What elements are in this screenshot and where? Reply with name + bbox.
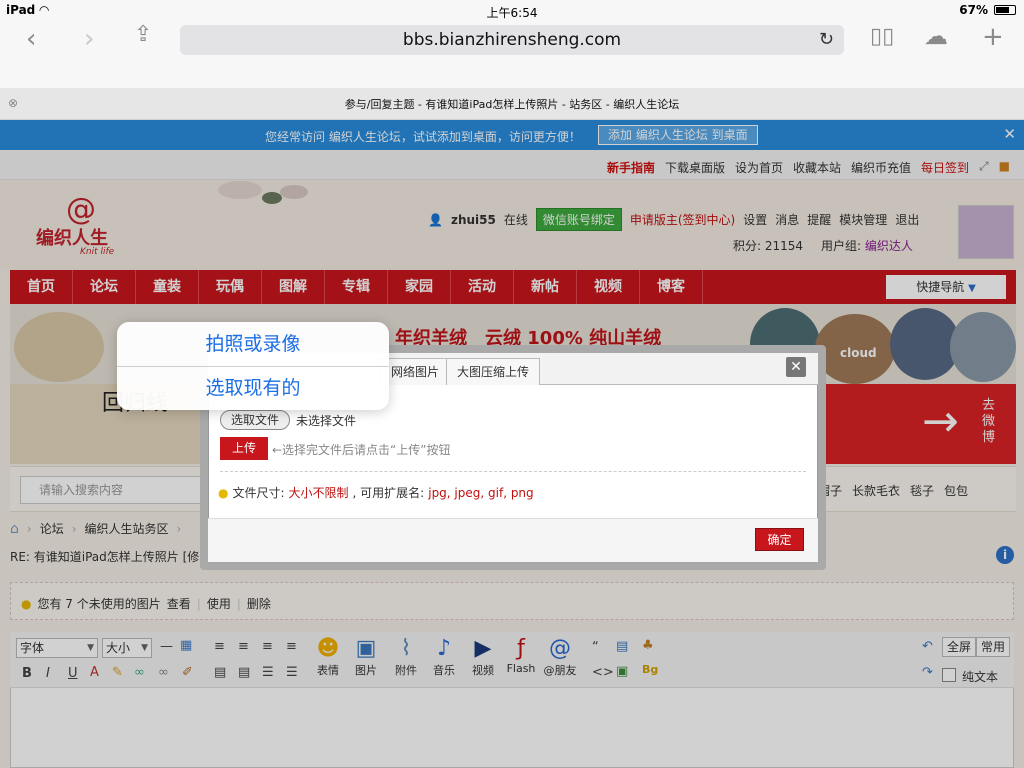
reload-icon[interactable]: ↻ — [819, 25, 834, 55]
file-source-popover: 拍照或录像 选取现有的 — [117, 322, 389, 410]
status-bar: iPad ◠ 上午6:54 67% — [0, 0, 1024, 22]
divider — [220, 471, 806, 472]
icloud-tabs-icon[interactable]: ☁ — [924, 22, 948, 50]
back-icon[interactable]: ‹ — [26, 24, 36, 54]
take-photo-option[interactable]: 拍照或录像 — [117, 322, 389, 366]
safari-toolbar: ‹ › ⇪ bbs.bianzhirensheng.com ↻ ▯▯ ☁ + — [0, 22, 1024, 88]
lightbulb-icon: ● — [218, 485, 229, 500]
choose-file-button[interactable]: 选取文件 — [220, 410, 291, 430]
extensions-value: jpg, jpeg, gif, png — [428, 485, 534, 500]
close-icon[interactable]: ✕ — [786, 357, 806, 377]
forward-icon[interactable]: › — [84, 24, 94, 54]
battery-icon — [994, 5, 1016, 15]
tab-web-image[interactable]: 网络图片 — [380, 358, 451, 385]
share-icon[interactable]: ⇪ — [134, 22, 152, 47]
extensions-label: , 可用扩展名: — [352, 486, 425, 500]
battery-percent: 67% — [959, 3, 988, 17]
upload-hint: ←选择完文件后请点击“上传”按钮 — [272, 443, 451, 457]
clock: 上午6:54 — [486, 6, 538, 20]
bookmarks-icon[interactable]: ▯▯ — [870, 24, 894, 49]
choose-existing-option[interactable]: 选取现有的 — [117, 366, 389, 410]
file-size-label: 文件尺寸: — [232, 486, 285, 500]
tab-compressed-upload[interactable]: 大图压缩上传 — [446, 358, 541, 385]
upload-button[interactable]: 上传 — [220, 437, 268, 460]
battery-area: 67% — [959, 3, 1016, 17]
no-file-label: 未选择文件 — [296, 414, 357, 428]
tab-title[interactable]: 参与/回复主题 - 有谁知道iPad怎样上传照片 - 站务区 - 编织人生论坛 — [0, 96, 1024, 112]
url-text: bbs.bianzhirensheng.com — [402, 30, 622, 50]
tab-bar: ⊗ 参与/回复主题 - 有谁知道iPad怎样上传照片 - 站务区 - 编织人生论… — [0, 88, 1024, 120]
new-tab-icon[interactable]: + — [982, 22, 1004, 52]
dialog-footer — [208, 518, 818, 562]
address-bar[interactable]: bbs.bianzhirensheng.com ↻ — [180, 25, 844, 55]
file-size-value: 大小不限制 — [288, 486, 349, 500]
confirm-button[interactable]: 确定 — [755, 528, 804, 551]
file-size-info: ● 文件尺寸: 大小不限制 , 可用扩展名: jpg, jpeg, gif, p… — [218, 484, 534, 501]
